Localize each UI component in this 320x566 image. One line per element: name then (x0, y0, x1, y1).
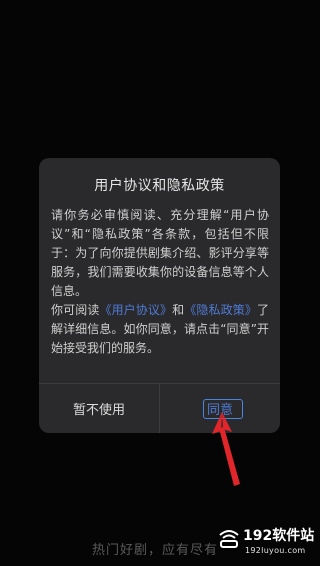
red-arrow-icon (212, 412, 240, 486)
background-caption: 热门好剧，应有尽有 (92, 543, 219, 558)
router-logo-icon (219, 530, 239, 548)
privacy-consent-dialog: 用户协议和隐私政策 请你务必审慎阅读、充分理解“用户协议”和“隐私政策”各条款，… (39, 158, 280, 433)
consent-paragraph: 请你务必审慎阅读、充分理解“用户协议”和“隐私政策”各条款，包括但不限于：为了向… (51, 208, 269, 298)
dialog-body: 请你务必审慎阅读、充分理解“用户协议”和“隐私政策”各条款，包括但不限于：为了向… (51, 206, 269, 358)
user-agreement-link[interactable]: 《用户协议》 (99, 303, 172, 317)
links-and-text: 和 (172, 303, 185, 317)
links-paragraph: 你可阅读《用户协议》和《隐私政策》了解详细信息。如你同意，请点击“同意”开始接受… (51, 301, 269, 358)
decline-button[interactable]: 暂不使用 (39, 384, 159, 433)
app-screen: 用户协议和隐私政策 请你务必审慎阅读、充分理解“用户协议”和“隐私政策”各条款，… (0, 0, 320, 566)
links-prefix-text: 你可阅读 (51, 303, 100, 317)
watermark: 192软件站 192luyou.com (217, 520, 320, 564)
watermark-url: 192luyou.com (245, 546, 306, 555)
dialog-title: 用户协议和隐私政策 (94, 178, 225, 194)
privacy-policy-link[interactable]: 《隐私政策》 (184, 303, 257, 317)
watermark-brand: 192软件站 (243, 528, 315, 544)
